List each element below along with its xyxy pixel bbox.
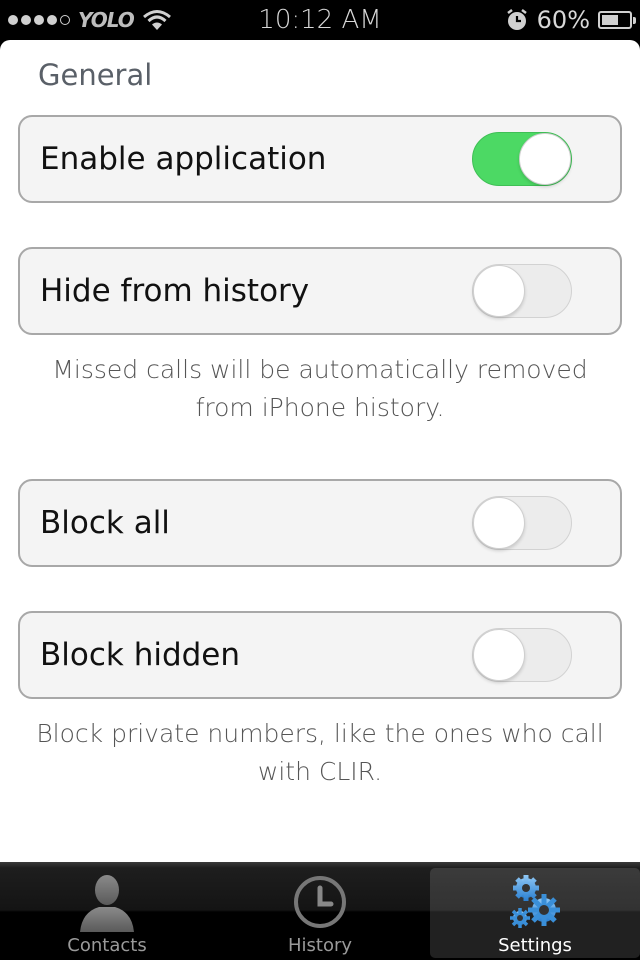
- setting-label: Hide from history: [40, 273, 310, 309]
- battery-percent: 60%: [536, 6, 590, 34]
- toggle-knob[interactable]: [519, 133, 571, 185]
- hide-from-history-toggle[interactable]: [472, 264, 572, 318]
- tab-label: Settings: [498, 935, 572, 956]
- hide-from-history-caption: Missed calls will be automatically remov…: [52, 355, 588, 422]
- setting-row-enable-application: Enable application: [18, 115, 622, 203]
- setting-label: Block hidden: [40, 637, 241, 673]
- block-all-toggle[interactable]: [472, 496, 572, 550]
- section-title: General: [38, 58, 153, 92]
- block-hidden-caption: Block private numbers, like the ones who…: [36, 719, 604, 786]
- setting-label: Block all: [40, 505, 170, 541]
- person-icon: [80, 875, 134, 932]
- status-bar-right: 60%: [505, 0, 636, 40]
- toggle-knob[interactable]: [473, 629, 525, 681]
- toggle-knob[interactable]: [473, 265, 525, 317]
- block-hidden-toggle[interactable]: [472, 628, 572, 682]
- settings-content: General Enable application Hide from his…: [0, 40, 640, 862]
- tab-label: Contacts: [67, 935, 147, 956]
- tab-history[interactable]: History: [215, 868, 425, 958]
- setting-row-block-all: Block all: [18, 479, 622, 567]
- setting-row-block-hidden: Block hidden: [18, 611, 622, 699]
- enable-application-toggle[interactable]: [472, 132, 572, 186]
- toggle-knob[interactable]: [473, 497, 525, 549]
- tab-settings[interactable]: Settings: [430, 868, 640, 958]
- tab-bar: Contacts History Settings: [0, 862, 640, 960]
- tab-label: History: [287, 935, 353, 956]
- setting-label: Enable application: [40, 141, 327, 177]
- setting-row-hide-from-history: Hide from history: [18, 247, 622, 335]
- clock-icon: [294, 876, 346, 928]
- status-bar: YOLO 10:12 AM 60%: [0, 0, 640, 40]
- tab-contacts[interactable]: Contacts: [2, 868, 212, 958]
- battery-icon: [598, 11, 636, 29]
- battery-fill: [602, 15, 618, 25]
- alarm-icon: [506, 9, 527, 30]
- gears-icon: [510, 875, 560, 928]
